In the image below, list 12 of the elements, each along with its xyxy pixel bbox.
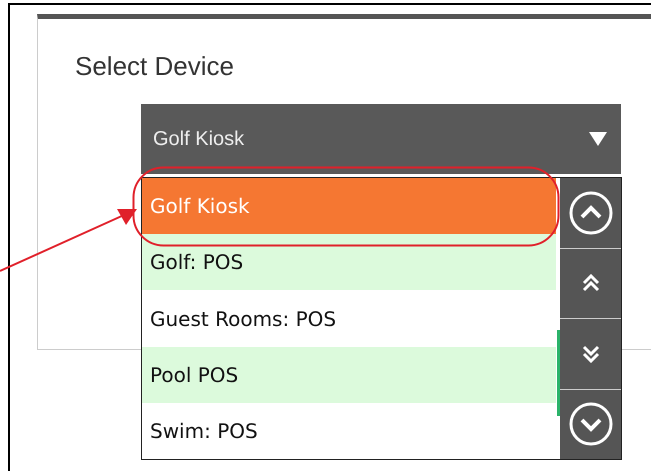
device-dropdown[interactable]: Golf Kiosk — [141, 104, 621, 174]
double-chevron-up-icon — [582, 274, 600, 292]
dropdown-option[interactable]: Pool POS — [142, 346, 556, 403]
dropdown-option[interactable]: Swim: POS — [142, 402, 556, 460]
section-title: Select Device — [75, 51, 234, 82]
chevron-up-circle-icon — [568, 190, 614, 236]
dropdown-triangle-icon — [589, 132, 607, 146]
chevron-down-circle-icon — [568, 401, 614, 448]
dropdown-option[interactable]: Golf: POS — [142, 234, 556, 290]
dropdown-option[interactable]: Guest Rooms: POS — [142, 290, 556, 347]
scroll-thumb[interactable] — [557, 330, 560, 416]
double-chevron-down-icon — [582, 344, 600, 363]
